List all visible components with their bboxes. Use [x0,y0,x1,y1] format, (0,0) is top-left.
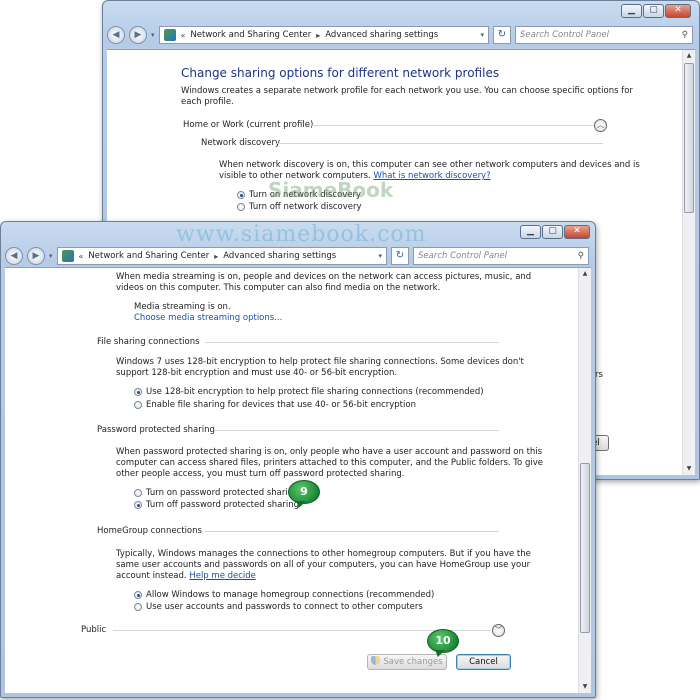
overflow-chevron-icon[interactable]: « [79,252,84,261]
radio-dot[interactable] [134,591,142,599]
radio-dot[interactable] [134,603,142,611]
media-streaming-options-link[interactable]: Choose media streaming options... [134,313,282,324]
cancel-button[interactable]: Cancel [456,654,511,670]
close-button[interactable]: ✕ [665,4,691,18]
front-caption-buttons: ▁ ▢ ✕ [520,225,590,239]
divider [307,125,603,126]
minimize-button[interactable]: ▁ [520,225,541,239]
radio-dot[interactable] [237,191,245,199]
help-me-decide-link[interactable]: Help me decide [189,571,256,581]
back-arrow-icon[interactable]: ◀ [107,26,125,44]
breadcrumb-arrow-icon[interactable]: ▸ [214,252,218,261]
page-title: Change sharing options for different net… [181,66,500,80]
overflow-chevron-icon[interactable]: « [181,31,186,40]
refresh-icon[interactable]: ↻ [391,247,409,265]
breadcrumb-network-center[interactable]: Network and Sharing Center [88,251,209,261]
intro-line-1: Windows creates a separate network profi… [181,86,633,96]
public-profile-heading: Public [81,625,107,635]
recent-pages-dropdown-icon[interactable]: ▾ [49,252,53,260]
radio-password-on[interactable]: Turn on password protected sharing [134,488,299,498]
radio-password-off[interactable]: Turn off password protected sharing [134,500,299,510]
back-address-row: ◀ ▶ ▾ « Network and Sharing Center ▸ Adv… [107,24,693,46]
partial-text: rs [595,370,603,380]
minimize-button[interactable]: ▁ [621,4,642,18]
scroll-up-icon[interactable]: ▲ [683,50,695,62]
front-window: ▁ ▢ ✕ ◀ ▶ ▾ « Network and Sharing Center… [0,221,596,698]
divider [205,342,499,343]
nd-desc-line-1: When network discovery is on, this compu… [219,160,640,170]
profile-heading: Home or Work (current profile) [183,120,314,130]
radio-user-accounts-homegroup[interactable]: Use user accounts and passwords to conne… [134,602,423,612]
address-bar[interactable]: « Network and Sharing Center ▸ Advanced … [56,247,387,265]
maximize-button[interactable]: ▢ [542,225,563,239]
search-icon[interactable]: ⚲ [682,30,688,40]
homegroup-desc-line-2: same user accounts and passwords on all … [116,560,531,570]
divider [205,531,499,532]
address-dropdown-icon[interactable]: ▾ [480,31,484,39]
scroll-thumb[interactable] [580,463,590,633]
forward-arrow-icon[interactable]: ▶ [129,26,147,44]
control-panel-icon [163,29,176,41]
search-icon[interactable]: ⚲ [578,251,584,261]
recent-pages-dropdown-icon[interactable]: ▾ [151,31,155,39]
siamebook-logo: SiameBook [268,178,394,202]
divider [277,143,603,144]
back-arrow-icon[interactable]: ◀ [5,247,23,265]
breadcrumb-advanced-sharing[interactable]: Advanced sharing settings [325,30,438,40]
file-sharing-desc-line-2: support 128-bit encryption and must use … [116,368,398,378]
search-placeholder: Search Control Panel [418,251,508,261]
media-desc-line-2: videos on this computer. This computer c… [116,283,441,293]
forward-arrow-icon[interactable]: ▶ [27,247,45,265]
expand-chevron-icon[interactable]: ﹀ [492,624,505,637]
step-10-badge: 10 [427,629,459,653]
password-desc-line-3: other people access, you must turn off p… [116,469,405,479]
radio-dot[interactable] [134,401,142,409]
breadcrumb-advanced-sharing[interactable]: Advanced sharing settings [223,251,336,261]
refresh-icon[interactable]: ↻ [493,26,511,44]
media-status: Media streaming is on. [134,302,231,312]
password-sharing-heading: Password protected sharing [97,425,215,435]
password-desc-line-2: computer can access shared files, printe… [116,458,543,468]
control-panel-icon [61,250,74,262]
search-input[interactable]: Search Control Panel ⚲ [413,247,589,265]
breadcrumb-arrow-icon[interactable]: ▸ [316,31,320,40]
network-discovery-heading: Network discovery [201,138,281,148]
radio-windows-manage-homegroup[interactable]: Allow Windows to manage homegroup connec… [134,590,434,600]
address-bar[interactable]: « Network and Sharing Center ▸ Advanced … [158,26,489,44]
scroll-down-icon[interactable]: ▼ [579,681,591,693]
divider [215,430,499,431]
uac-shield-icon [371,656,381,665]
scroll-thumb[interactable] [684,63,694,213]
scroll-down-icon[interactable]: ▼ [683,463,695,475]
search-input[interactable]: Search Control Panel ⚲ [515,26,693,44]
radio-turn-off-discovery[interactable]: Turn off network discovery [237,202,362,212]
maximize-button[interactable]: ▢ [643,4,664,18]
back-caption-buttons: ▁ ▢ ✕ [621,4,691,18]
homegroup-heading: HomeGroup connections [97,526,202,536]
front-scrollbar[interactable]: ▲ ▼ [578,268,591,693]
step-9-badge: 9 [288,480,320,504]
watermark-url: www.siamebook.com [176,222,427,247]
file-sharing-heading: File sharing connections [97,337,200,347]
back-scrollbar[interactable]: ▲ ▼ [682,50,695,475]
homegroup-desc-line-1: Typically, Windows manages the connectio… [116,549,531,559]
radio-dot[interactable] [237,203,245,211]
scroll-up-icon[interactable]: ▲ [579,268,591,280]
file-sharing-desc-line-1: Windows 7 uses 128-bit encryption to hel… [116,357,524,367]
close-button[interactable]: ✕ [564,225,590,239]
radio-dot[interactable] [134,388,142,396]
intro-line-2: each profile. [181,97,234,107]
search-placeholder: Search Control Panel [520,30,610,40]
front-address-row: ◀ ▶ ▾ « Network and Sharing Center ▸ Adv… [5,245,589,267]
collapse-chevron-icon[interactable]: ︿ [594,119,607,132]
media-desc-line-1: When media streaming is on, people and d… [116,272,532,282]
breadcrumb-network-center[interactable]: Network and Sharing Center [190,30,311,40]
radio-128-bit[interactable]: Use 128-bit encryption to help protect f… [134,387,484,397]
homegroup-desc-line-3: account instead. Help me decide [116,571,256,581]
radio-dot[interactable] [134,501,142,509]
radio-40-56-bit[interactable]: Enable file sharing for devices that use… [134,400,416,410]
password-desc-line-1: When password protected sharing is on, o… [116,447,543,457]
radio-dot[interactable] [134,489,142,497]
address-dropdown-icon[interactable]: ▾ [378,252,382,260]
